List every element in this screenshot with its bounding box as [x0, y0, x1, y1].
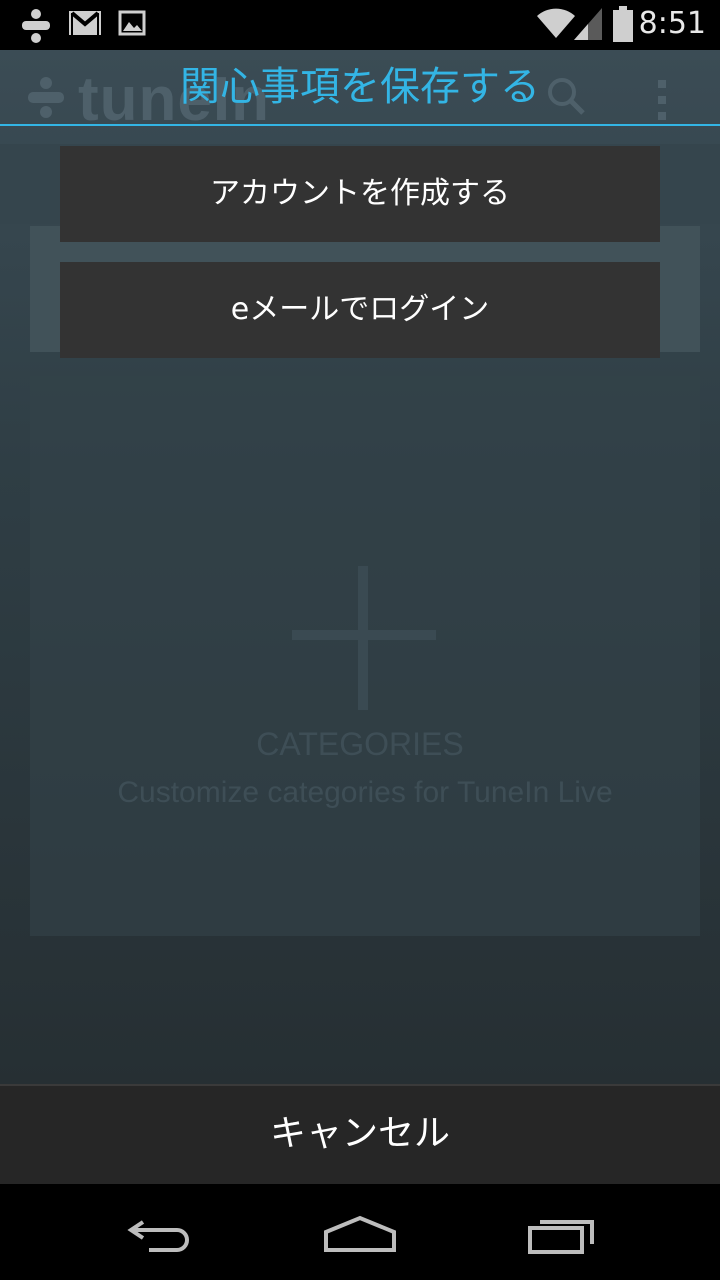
wifi-icon	[536, 6, 576, 44]
categories-description: Customize categories for TuneIn Live	[117, 776, 613, 809]
status-clock: 8:51	[638, 6, 706, 41]
tunein-notification-icon	[18, 8, 54, 48]
dialog-title: 関心事項を保存する	[180, 64, 540, 110]
back-icon[interactable]	[110, 1204, 210, 1264]
image-icon	[118, 8, 146, 42]
dialog-title-divider	[0, 124, 720, 126]
create-account-button[interactable]: アカウントを作成する	[60, 146, 660, 242]
status-bar: 8:51	[0, 0, 720, 50]
home-icon[interactable]	[310, 1204, 410, 1264]
battery-icon	[612, 6, 634, 46]
cancel-button[interactable]: キャンセル	[0, 1084, 720, 1184]
recent-apps-icon[interactable]	[512, 1204, 612, 1264]
signal-icon	[574, 6, 604, 44]
navigation-bar	[0, 1184, 720, 1280]
categories-title: CATEGORIES	[256, 726, 464, 762]
email-login-button[interactable]: eメールでログイン	[60, 262, 660, 358]
cancel-button-label: キャンセル	[269, 1113, 450, 1154]
gmail-icon	[68, 8, 102, 42]
plus-icon-vertical	[358, 566, 368, 710]
